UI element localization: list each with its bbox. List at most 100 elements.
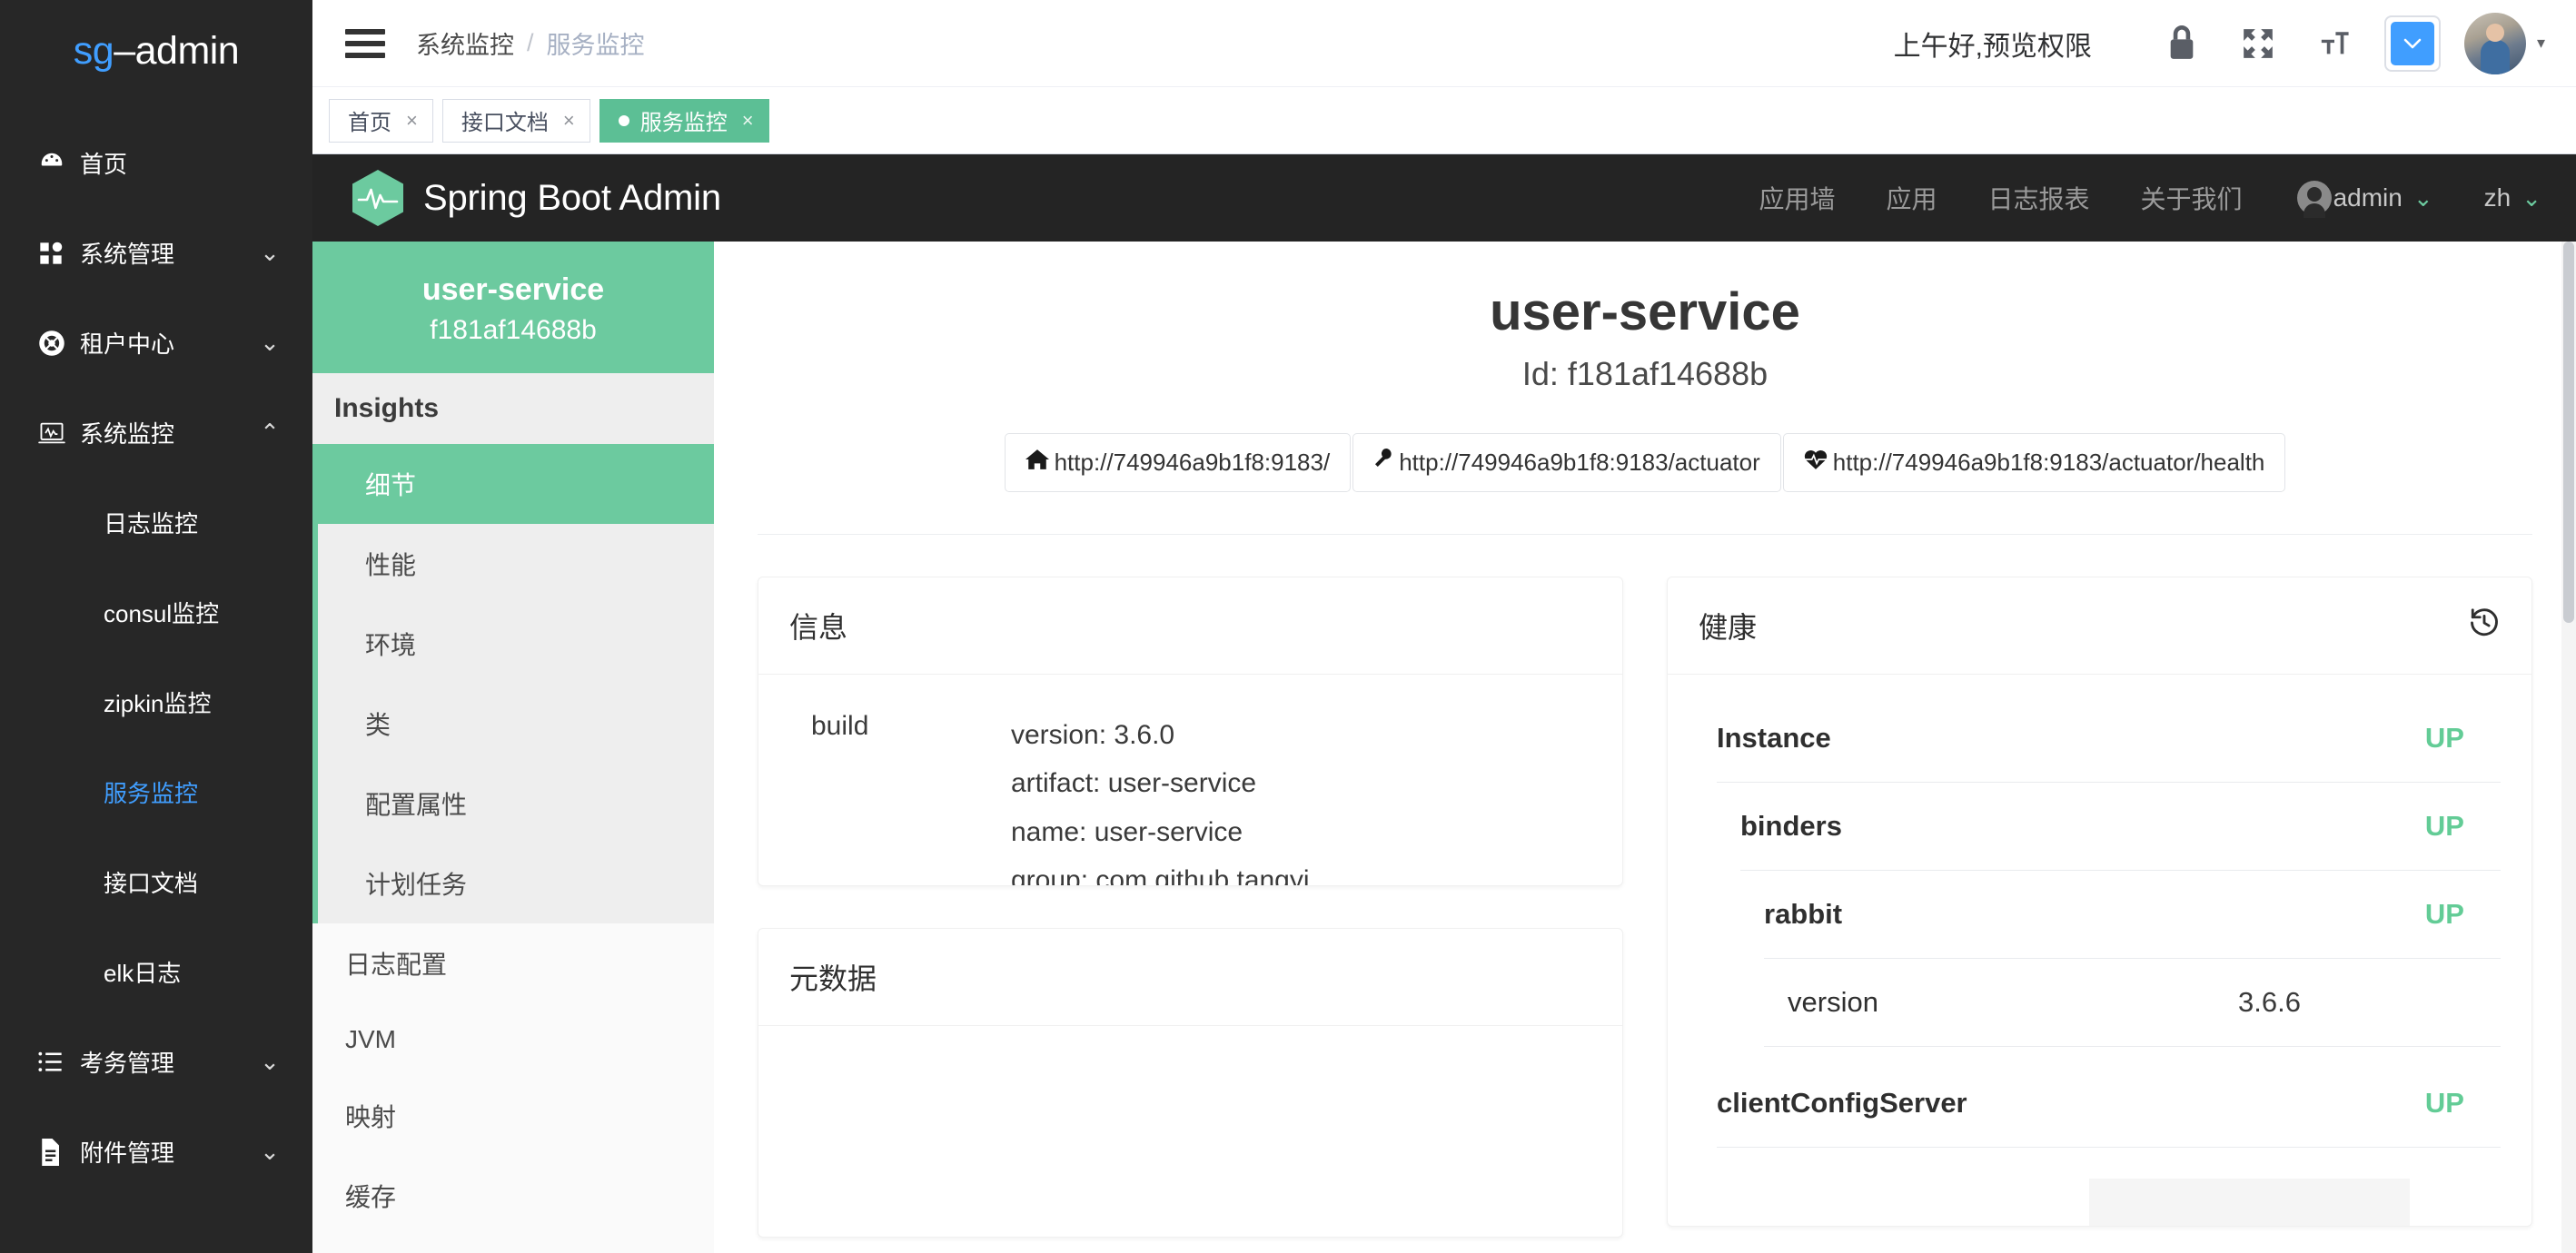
sba-nav-applications[interactable]: 应用 (1887, 180, 1937, 216)
sba-language-menu[interactable]: zh ⌄ (2484, 183, 2541, 212)
sba-nav-journal[interactable]: 日志报表 (1988, 180, 2090, 216)
info-card: 信息 build version: 3.6.0 artifact: user-s… (758, 577, 1623, 886)
lock-icon[interactable] (2155, 17, 2208, 70)
history-icon[interactable] (2468, 606, 2501, 646)
sba-nav-applications-wall[interactable]: 应用墙 (1759, 180, 1836, 216)
tab-service-monitor[interactable]: 服务监控 × (599, 99, 769, 143)
hamburger-icon[interactable] (345, 29, 385, 58)
health-row-client-config-server: clientConfigServer UP (1699, 1047, 2501, 1147)
heartbeat-icon (1804, 449, 1833, 477)
insights-item-details[interactable]: 细节 (312, 444, 714, 524)
info-key: build (811, 711, 1011, 886)
target-icon (38, 330, 80, 357)
tab-home[interactable]: 首页 × (329, 99, 433, 143)
sidebar-item-tenant-center[interactable]: 租户中心 ⌄ (0, 298, 312, 388)
page-subtitle: Id: f181af14688b (714, 355, 2576, 393)
sba-nav-links: 应用墙 应用 日志报表 关于我们 admin ⌄ zh ⌄ (1709, 180, 2542, 216)
tab-api-docs[interactable]: 接口文档 × (442, 99, 590, 143)
content-scrollbar-track[interactable] (2561, 242, 2576, 1253)
avatar[interactable] (2464, 13, 2526, 74)
health-row-name: rabbit (1699, 898, 1842, 931)
health-row-version: version 3.6.6 (1699, 959, 2501, 1046)
endpoint-chip-label: http://749946a9b1f8:9183/actuator (1399, 449, 1760, 477)
sba-title: Spring Boot Admin (423, 178, 721, 219)
tab-strip: 首页 × 接口文档 × 服务监控 × (312, 87, 2576, 154)
sidebar-item-system-monitor[interactable]: 系统监控 ⌃ (0, 388, 312, 478)
close-icon[interactable]: × (563, 109, 575, 133)
close-icon[interactable]: × (406, 109, 418, 133)
sba-nav-about[interactable]: 关于我们 (2141, 180, 2243, 216)
insights-group-secondary: 日志配置 JVM 映射 缓存 (312, 923, 714, 1236)
brand-suffix: admin (135, 29, 240, 74)
dashboard-icon (38, 150, 80, 177)
breadcrumb-current[interactable]: 服务监控 (547, 25, 645, 61)
insights-item-mappings[interactable]: 映射 (312, 1076, 714, 1156)
brand-logo[interactable]: sg–admin (0, 0, 312, 102)
insights-item-label: 日志配置 (345, 951, 447, 979)
health-row-divider (1717, 1147, 2501, 1148)
health-row-name: binders (1699, 810, 1842, 843)
sidebar-item-home[interactable]: 首页 (0, 118, 312, 208)
language-toggle-button[interactable] (2384, 15, 2441, 72)
insights-item-jvm[interactable]: JVM (312, 1003, 714, 1076)
insights-item-label: 配置属性 (365, 791, 467, 819)
sidebar-item-consul-monitor[interactable]: consul监控 (0, 567, 312, 657)
chevron-down-icon: ⌄ (258, 1051, 282, 1074)
insights-item-configprops[interactable]: 配置属性 (318, 764, 714, 844)
insights-item-classes[interactable]: 类 (318, 684, 714, 764)
sidebar-item-label: 考务管理 (80, 1045, 258, 1079)
chevron-down-icon: ⌄ (2413, 184, 2433, 212)
sidebar-menu: 首页 系统管理 ⌄ 租户中心 ⌄ 系统监控 (0, 102, 312, 1197)
main-sidebar: sg–admin 首页 系统管理 ⌄ 租户中心 ⌄ (0, 0, 312, 1253)
sidebar-subitem-label: consul监控 (104, 596, 219, 629)
sidebar-item-system-management[interactable]: 系统管理 ⌄ (0, 208, 312, 298)
insights-item-performance[interactable]: 性能 (318, 524, 714, 604)
close-icon[interactable]: × (742, 109, 754, 133)
health-row-status: UP (2425, 722, 2501, 755)
sidebar-item-exam-management[interactable]: 考务管理 ⌄ (0, 1017, 312, 1107)
spring-boot-admin-frame: Spring Boot Admin 应用墙 应用 日志报表 关于我们 admin… (312, 154, 2576, 1253)
chevron-down-icon: ⌄ (258, 1140, 282, 1164)
avatar-caret-icon[interactable]: ▾ (2537, 34, 2545, 53)
sba-logo[interactable]: Spring Boot Admin (352, 170, 721, 226)
endpoint-chip-service-url[interactable]: http://749946a9b1f8:9183/ (1005, 433, 1352, 492)
sidebar-subitem-label: 接口文档 (104, 865, 198, 899)
breadcrumb-parent[interactable]: 系统监控 (416, 25, 514, 61)
info-values: version: 3.6.0 artifact: user-service na… (1011, 711, 1310, 886)
sidebar-subitem-label: 服务监控 (104, 775, 198, 809)
sidebar-item-zipkin-monitor[interactable]: zipkin监控 (0, 657, 312, 747)
sidebar-item-log-monitor[interactable]: 日志监控 (0, 478, 312, 567)
health-row-rabbit: rabbit UP (1699, 871, 2501, 958)
sba-navbar: Spring Boot Admin 应用墙 应用 日志报表 关于我们 admin… (312, 154, 2576, 242)
detail-content: user-service Id: f181af14688b http://749… (714, 242, 2576, 1253)
info-value-version: version: 3.6.0 (1011, 711, 1310, 759)
health-card: 健康 Instance UP (1667, 577, 2532, 1227)
brand-dash: – (114, 29, 134, 74)
chevron-up-icon: ⌃ (258, 421, 282, 445)
content-scrollbar-thumb[interactable] (2563, 242, 2574, 623)
insights-item-label: 细节 (365, 471, 416, 499)
endpoint-chip-management-url[interactable]: http://749946a9b1f8:9183/actuator (1352, 433, 1781, 492)
sidebar-item-attachment-management[interactable]: 附件管理 ⌄ (0, 1107, 312, 1197)
info-card-body: build version: 3.6.0 artifact: user-serv… (758, 675, 1622, 886)
insights-item-caches[interactable]: 缓存 (312, 1156, 714, 1236)
insights-item-environment[interactable]: 环境 (318, 604, 714, 684)
service-name: user-service (322, 272, 705, 308)
sidebar-item-elk-logs[interactable]: elk日志 (0, 927, 312, 1017)
fullscreen-icon[interactable] (2232, 17, 2284, 70)
topbar-right-controls: 上午好,预览权限 ▾ (1894, 13, 2545, 74)
insights-item-scheduled-tasks[interactable]: 计划任务 (318, 844, 714, 923)
sba-username: admin (2333, 183, 2403, 212)
endpoint-chip-health-url[interactable]: http://749946a9b1f8:9183/actuator/health (1783, 433, 2286, 492)
health-card-title: 健康 (1699, 605, 1757, 646)
sidebar-item-service-monitor[interactable]: 服务监控 (0, 747, 312, 837)
tab-label: 接口文档 (461, 104, 549, 136)
sba-user-menu[interactable]: admin ⌄ (2297, 181, 2433, 215)
insights-item-loggers[interactable]: 日志配置 (312, 923, 714, 1003)
health-card-body: Instance UP binders UP (1668, 675, 2531, 1226)
grid-icon (38, 241, 80, 266)
font-size-icon[interactable] (2308, 17, 2361, 70)
insights-item-label: 环境 (365, 631, 416, 659)
sidebar-item-api-docs[interactable]: 接口文档 (0, 837, 312, 927)
left-card-column: 信息 build version: 3.6.0 artifact: user-s… (758, 577, 1623, 1238)
